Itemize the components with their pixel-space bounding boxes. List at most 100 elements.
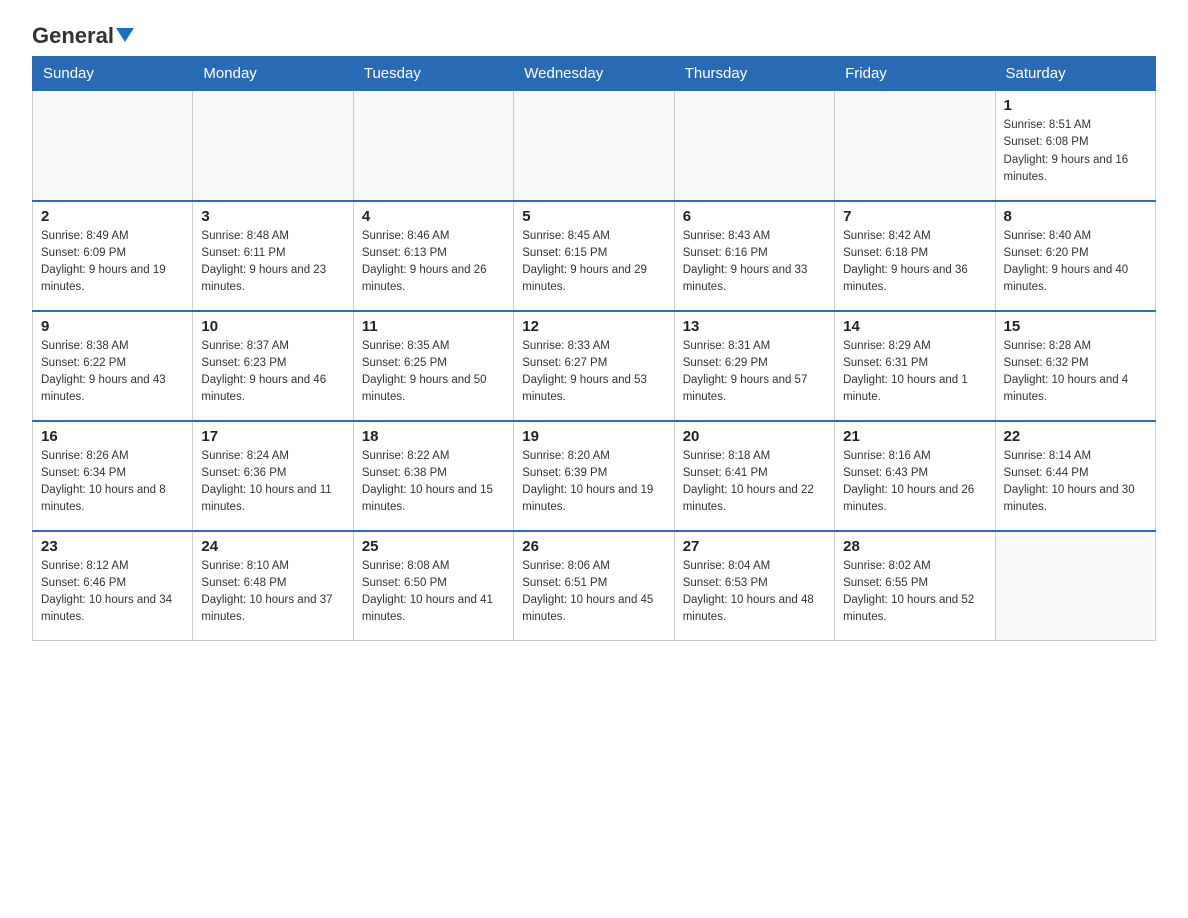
calendar-cell: 4 Sunrise: 8:46 AMSunset: 6:13 PMDaylight… xyxy=(353,201,513,311)
day-info: Sunrise: 8:28 AMSunset: 6:32 PMDaylight:… xyxy=(1004,338,1147,407)
calendar-cell: 17 Sunrise: 8:24 AMSunset: 6:36 PMDayligh… xyxy=(193,421,353,531)
day-info: Sunrise: 8:10 AMSunset: 6:48 PMDaylight:… xyxy=(201,558,344,627)
calendar-cell: 20Sunrise: 8:18 AMSunset: 6:41 PMDayligh… xyxy=(674,421,834,531)
calendar-cell xyxy=(353,91,513,201)
day-number: 2 xyxy=(41,208,184,225)
day-info: Sunrise: 8:42 AMSunset: 6:18 PMDaylight:… xyxy=(843,228,986,297)
day-number: 25 xyxy=(362,538,505,555)
weekday-header-friday: Friday xyxy=(835,57,995,91)
day-number: 9 xyxy=(41,318,184,335)
day-number: 8 xyxy=(1004,208,1147,225)
weekday-header-wednesday: Wednesday xyxy=(514,57,674,91)
day-number: 22 xyxy=(1004,428,1147,445)
day-info: Sunrise: 8:51 AMSunset: 6:08 PMDaylight:… xyxy=(1004,117,1147,186)
day-number: 21 xyxy=(843,428,986,445)
day-info: Sunrise: 8:22 AMSunset: 6:38 PMDaylight:… xyxy=(362,448,505,517)
page-header: General xyxy=(32,24,1156,48)
calendar-cell xyxy=(995,531,1155,641)
logo-triangle-icon xyxy=(116,28,134,42)
day-info: Sunrise: 8:37 AMSunset: 6:23 PMDaylight:… xyxy=(201,338,344,407)
day-info: Sunrise: 8:38 AMSunset: 6:22 PMDaylight:… xyxy=(41,338,184,407)
day-number: 18 xyxy=(362,428,505,445)
logo-text: General xyxy=(32,24,134,48)
day-number: 23 xyxy=(41,538,184,555)
calendar-cell: 12Sunrise: 8:33 AMSunset: 6:27 PMDayligh… xyxy=(514,311,674,421)
calendar-cell: 21 Sunrise: 8:16 AMSunset: 6:43 PMDayligh… xyxy=(835,421,995,531)
day-info: Sunrise: 8:45 AMSunset: 6:15 PMDaylight:… xyxy=(522,228,665,297)
day-number: 26 xyxy=(522,538,665,555)
calendar-cell: 11 Sunrise: 8:35 AMSunset: 6:25 PMDayligh… xyxy=(353,311,513,421)
day-info: Sunrise: 8:20 AMSunset: 6:39 PMDaylight:… xyxy=(522,448,665,517)
calendar-cell: 16 Sunrise: 8:26 AMSunset: 6:34 PMDayligh… xyxy=(33,421,193,531)
weekday-header-saturday: Saturday xyxy=(995,57,1155,91)
calendar-cell: 18 Sunrise: 8:22 AMSunset: 6:38 PMDayligh… xyxy=(353,421,513,531)
day-number: 19 xyxy=(522,428,665,445)
calendar-cell: 2 Sunrise: 8:49 AMSunset: 6:09 PMDaylight… xyxy=(33,201,193,311)
day-number: 6 xyxy=(683,208,826,225)
calendar-cell: 19 Sunrise: 8:20 AMSunset: 6:39 PMDayligh… xyxy=(514,421,674,531)
day-info: Sunrise: 8:06 AMSunset: 6:51 PMDaylight:… xyxy=(522,558,665,627)
calendar-cell xyxy=(835,91,995,201)
day-number: 16 xyxy=(41,428,184,445)
calendar-cell xyxy=(193,91,353,201)
day-number: 11 xyxy=(362,318,505,335)
day-number: 13 xyxy=(683,318,826,335)
calendar-week-row: 2 Sunrise: 8:49 AMSunset: 6:09 PMDaylight… xyxy=(33,201,1156,311)
calendar-cell: 7 Sunrise: 8:42 AMSunset: 6:18 PMDaylight… xyxy=(835,201,995,311)
day-info: Sunrise: 8:12 AMSunset: 6:46 PMDaylight:… xyxy=(41,558,184,627)
calendar-cell: 27 Sunrise: 8:04 AMSunset: 6:53 PMDayligh… xyxy=(674,531,834,641)
weekday-header-thursday: Thursday xyxy=(674,57,834,91)
day-number: 3 xyxy=(201,208,344,225)
day-number: 12 xyxy=(522,318,665,335)
day-info: Sunrise: 8:08 AMSunset: 6:50 PMDaylight:… xyxy=(362,558,505,627)
calendar-cell: 15 Sunrise: 8:28 AMSunset: 6:32 PMDayligh… xyxy=(995,311,1155,421)
calendar-cell: 10 Sunrise: 8:37 AMSunset: 6:23 PMDayligh… xyxy=(193,311,353,421)
day-number: 5 xyxy=(522,208,665,225)
calendar-cell: 14 Sunrise: 8:29 AMSunset: 6:31 PMDayligh… xyxy=(835,311,995,421)
weekday-header-monday: Monday xyxy=(193,57,353,91)
day-number: 20 xyxy=(683,428,826,445)
day-number: 4 xyxy=(362,208,505,225)
day-number: 14 xyxy=(843,318,986,335)
day-info: Sunrise: 8:40 AMSunset: 6:20 PMDaylight:… xyxy=(1004,228,1147,297)
calendar-cell: 5 Sunrise: 8:45 AMSunset: 6:15 PMDaylight… xyxy=(514,201,674,311)
weekday-header-sunday: Sunday xyxy=(33,57,193,91)
calendar-cell: 22Sunrise: 8:14 AMSunset: 6:44 PMDayligh… xyxy=(995,421,1155,531)
calendar-cell: 25 Sunrise: 8:08 AMSunset: 6:50 PMDayligh… xyxy=(353,531,513,641)
day-info: Sunrise: 8:46 AMSunset: 6:13 PMDaylight:… xyxy=(362,228,505,297)
day-info: Sunrise: 8:49 AMSunset: 6:09 PMDaylight:… xyxy=(41,228,184,297)
weekday-header-row: SundayMondayTuesdayWednesdayThursdayFrid… xyxy=(33,57,1156,91)
day-info: Sunrise: 8:48 AMSunset: 6:11 PMDaylight:… xyxy=(201,228,344,297)
day-info: Sunrise: 8:43 AMSunset: 6:16 PMDaylight:… xyxy=(683,228,826,297)
calendar-cell xyxy=(514,91,674,201)
calendar-cell: 13Sunrise: 8:31 AMSunset: 6:29 PMDayligh… xyxy=(674,311,834,421)
day-info: Sunrise: 8:29 AMSunset: 6:31 PMDaylight:… xyxy=(843,338,986,407)
calendar-cell xyxy=(674,91,834,201)
day-info: Sunrise: 8:02 AMSunset: 6:55 PMDaylight:… xyxy=(843,558,986,627)
day-info: Sunrise: 8:24 AMSunset: 6:36 PMDaylight:… xyxy=(201,448,344,517)
day-number: 24 xyxy=(201,538,344,555)
calendar-cell: 23 Sunrise: 8:12 AMSunset: 6:46 PMDayligh… xyxy=(33,531,193,641)
calendar-cell: 26 Sunrise: 8:06 AMSunset: 6:51 PMDayligh… xyxy=(514,531,674,641)
calendar-week-row: 9 Sunrise: 8:38 AMSunset: 6:22 PMDaylight… xyxy=(33,311,1156,421)
day-info: Sunrise: 8:35 AMSunset: 6:25 PMDaylight:… xyxy=(362,338,505,407)
calendar-cell xyxy=(33,91,193,201)
day-number: 27 xyxy=(683,538,826,555)
day-number: 1 xyxy=(1004,97,1147,114)
day-number: 28 xyxy=(843,538,986,555)
logo: General xyxy=(32,24,134,48)
day-number: 17 xyxy=(201,428,344,445)
day-number: 10 xyxy=(201,318,344,335)
day-info: Sunrise: 8:16 AMSunset: 6:43 PMDaylight:… xyxy=(843,448,986,517)
calendar-week-row: 16 Sunrise: 8:26 AMSunset: 6:34 PMDayligh… xyxy=(33,421,1156,531)
day-number: 15 xyxy=(1004,318,1147,335)
day-info: Sunrise: 8:26 AMSunset: 6:34 PMDaylight:… xyxy=(41,448,184,517)
calendar-cell: 28 Sunrise: 8:02 AMSunset: 6:55 PMDayligh… xyxy=(835,531,995,641)
day-number: 7 xyxy=(843,208,986,225)
calendar-cell: 9 Sunrise: 8:38 AMSunset: 6:22 PMDaylight… xyxy=(33,311,193,421)
calendar-cell: 6 Sunrise: 8:43 AMSunset: 6:16 PMDaylight… xyxy=(674,201,834,311)
calendar-table: SundayMondayTuesdayWednesdayThursdayFrid… xyxy=(32,56,1156,641)
day-info: Sunrise: 8:04 AMSunset: 6:53 PMDaylight:… xyxy=(683,558,826,627)
calendar-week-row: 23 Sunrise: 8:12 AMSunset: 6:46 PMDayligh… xyxy=(33,531,1156,641)
calendar-cell: 8 Sunrise: 8:40 AMSunset: 6:20 PMDaylight… xyxy=(995,201,1155,311)
